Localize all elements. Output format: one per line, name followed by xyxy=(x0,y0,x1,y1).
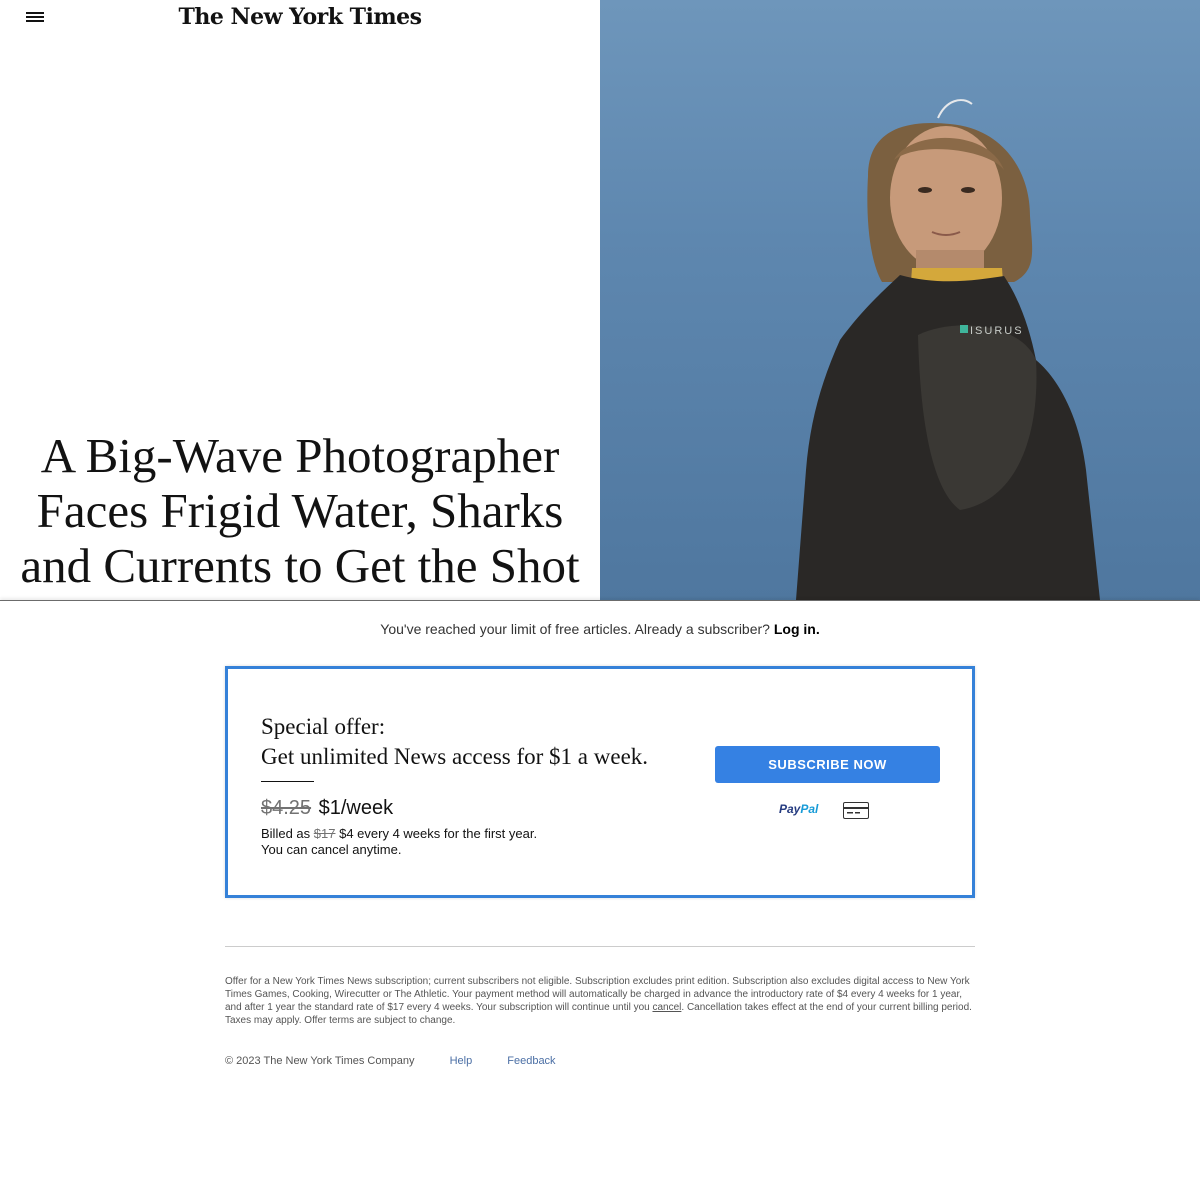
feedback-link[interactable]: Feedback xyxy=(507,1055,555,1067)
login-link[interactable]: Log in. xyxy=(774,621,820,637)
copyright: © 2023 The New York Times Company xyxy=(225,1055,415,1067)
offer-divider xyxy=(261,781,314,782)
offer-title: Special offer: Get unlimited News access… xyxy=(261,712,648,772)
billing-rest: $4 every 4 weeks for the first year. xyxy=(339,826,538,841)
billing-prefix: Billed as xyxy=(261,826,311,841)
billing-old-price: $17 xyxy=(313,826,336,841)
paypal-pal-text: Pal xyxy=(800,802,819,816)
section-divider xyxy=(225,946,975,947)
article-left-column: The New York Times A Big-Wave Photograph… xyxy=(0,0,600,600)
special-offer-box: Special offer: Get unlimited News access… xyxy=(225,666,975,898)
wetsuit-logo-text: ISURUS xyxy=(970,325,1024,337)
nyt-logo[interactable]: The New York Times xyxy=(0,4,600,30)
photographer-portrait: ISURUS xyxy=(796,99,1100,600)
help-link[interactable]: Help xyxy=(450,1055,473,1067)
paypal-pay-text: Pay xyxy=(779,802,801,816)
paywall-footer: © 2023 The New York Times Company Help F… xyxy=(225,1055,556,1067)
article-hero: The New York Times A Big-Wave Photograph… xyxy=(0,0,1200,600)
billing-details: Billed as $17 $4 every 4 weeks for the f… xyxy=(261,826,537,858)
paypal-icon[interactable]: PayPal xyxy=(779,802,818,816)
subscribe-now-button[interactable]: SUBSCRIBE NOW xyxy=(715,746,940,783)
paywall-panel: You've reached your limit of free articl… xyxy=(0,600,1200,1201)
limit-text: You've reached your limit of free articl… xyxy=(380,621,770,637)
credit-card-icon[interactable] xyxy=(843,802,869,819)
offer-title-line1: Special offer: xyxy=(261,714,386,739)
article-limit-message: You've reached your limit of free articl… xyxy=(0,621,1200,637)
cancel-link[interactable]: cancel xyxy=(652,1002,681,1013)
article-headline: A Big-Wave Photographer Faces Frigid Wat… xyxy=(20,428,580,593)
price-line: $4.25 $1/week xyxy=(261,797,393,820)
hero-photo: ISURUS xyxy=(600,0,1200,600)
old-price: $4.25 xyxy=(261,797,312,819)
new-price: $1/week xyxy=(318,797,394,819)
offer-title-line2: Get unlimited News access for $1 a week. xyxy=(261,744,649,769)
offer-terms: Offer for a New York Times News subscrip… xyxy=(225,975,975,1027)
cancel-note: You can cancel anytime. xyxy=(261,842,402,857)
